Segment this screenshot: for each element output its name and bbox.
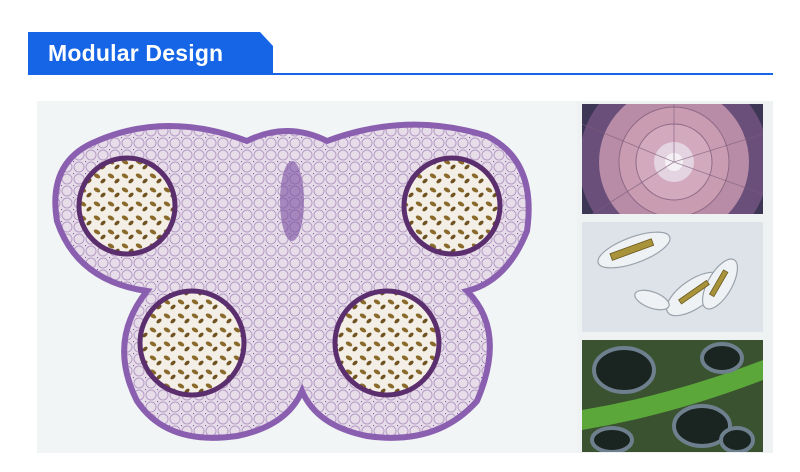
side-image-tissue-green-stain — [582, 340, 763, 452]
side-image-stem-cross-section — [582, 104, 763, 214]
section-title: Modular Design — [28, 32, 273, 75]
title-underline — [273, 73, 773, 75]
section-header: Modular Design — [0, 0, 800, 90]
side-image-pollen-grains — [582, 222, 763, 332]
main-image-anther-cross-section — [37, 101, 577, 453]
